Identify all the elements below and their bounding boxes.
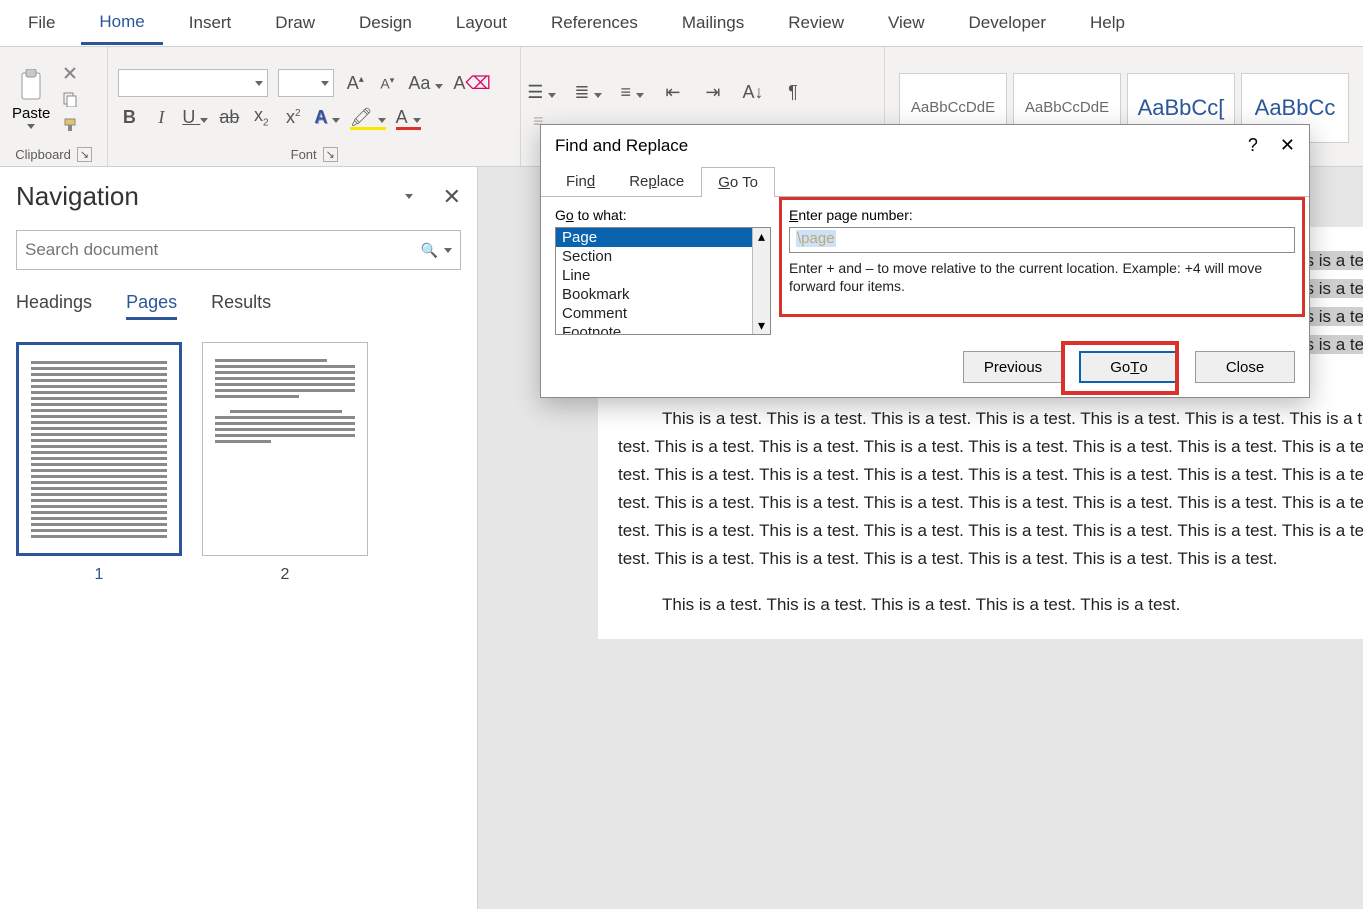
dialog-title: Find and Replace (555, 136, 688, 156)
goto-item-bookmark[interactable]: Bookmark (556, 285, 752, 304)
font-color-button[interactable]: A (396, 107, 421, 128)
clipboard-group-label: Clipboard (15, 147, 71, 162)
dialog-tab-goto[interactable]: Go To (701, 167, 775, 197)
sort-button[interactable]: A↓ (742, 82, 764, 103)
goto-item-footnote[interactable]: Footnote (556, 323, 752, 334)
tab-insert[interactable]: Insert (171, 3, 250, 43)
show-marks-button[interactable]: ¶ (782, 82, 804, 103)
goto-item-page[interactable]: Page (556, 228, 752, 247)
dialog-tabs: Find Replace Go To (541, 166, 1309, 197)
scroll-up-icon[interactable]: ▴ (758, 228, 765, 245)
goto-what-list[interactable]: Page Section Line Bookmark Comment Footn… (555, 227, 771, 335)
underline-button[interactable]: U (182, 107, 208, 128)
numbering-button[interactable]: ≣ (574, 82, 602, 103)
copy-icon[interactable] (62, 91, 78, 107)
previous-button[interactable]: Previous (963, 351, 1063, 383)
font-name-combo[interactable] (118, 69, 268, 97)
nav-tab-pages[interactable]: Pages (126, 292, 177, 320)
dialog-tab-replace[interactable]: Replace (612, 166, 701, 196)
tab-file[interactable]: File (10, 3, 73, 43)
tab-draw[interactable]: Draw (257, 3, 333, 43)
paste-label[interactable]: Paste (12, 105, 50, 122)
thumbnail-label-1: 1 (16, 566, 182, 584)
bold-button[interactable]: B (118, 107, 140, 128)
goto-item-line[interactable]: Line (556, 266, 752, 285)
tab-references[interactable]: References (533, 3, 656, 43)
change-case-button[interactable]: Aa (408, 73, 443, 94)
subscript-button[interactable]: x2 (250, 105, 272, 129)
strikethrough-button[interactable]: ab (218, 107, 240, 128)
bullets-button[interactable]: ☰ (527, 82, 556, 103)
thumbnail-page-1[interactable] (16, 342, 182, 556)
superscript-button[interactable]: x2 (282, 107, 304, 128)
increase-indent-button[interactable]: ⇥ (702, 82, 724, 103)
dialog-titlebar[interactable]: Find and Replace ? ✕ (541, 125, 1309, 166)
goto-list-scrollbar[interactable]: ▴ ▾ (752, 228, 770, 334)
group-clipboard: Paste Clipboard ↘ (0, 47, 108, 166)
clear-formatting-button[interactable]: A⌫ (453, 73, 490, 94)
dialog-tab-find[interactable]: Find (549, 166, 612, 196)
dialog-help-icon[interactable]: ? (1248, 135, 1258, 156)
format-painter-icon[interactable] (62, 117, 78, 133)
multilevel-button[interactable]: ≡ (620, 82, 644, 103)
thumbnail-page-2[interactable] (202, 342, 368, 556)
highlight-button[interactable]: 🖍 (350, 107, 386, 128)
paste-dropdown-icon[interactable] (27, 124, 35, 129)
page-thumbnails: 1 2 (16, 342, 461, 584)
goto-item-section[interactable]: Section (556, 247, 752, 266)
ribbon-tabs: File Home Insert Draw Design Layout Refe… (0, 0, 1363, 47)
tab-layout[interactable]: Layout (438, 3, 525, 43)
enter-page-input[interactable]: \page (789, 227, 1295, 253)
group-font: A▴ A▾ Aa A⌫ B I U ab x2 x2 A 🖍 A (108, 47, 521, 166)
italic-button[interactable]: I (150, 107, 172, 128)
tab-view[interactable]: View (870, 3, 943, 43)
tab-developer[interactable]: Developer (951, 3, 1065, 43)
navigation-pane: Navigation ✕ 🔍 Headings Pages Results 1 (0, 167, 478, 909)
goto-help-text: Enter + and – to move relative to the cu… (789, 259, 1295, 295)
document-paragraph-2: This is a test. This is a test. This is … (618, 409, 1363, 568)
paste-icon[interactable] (16, 69, 46, 103)
font-group-label: Font (291, 147, 317, 162)
goto-button[interactable]: Go To (1079, 351, 1179, 383)
search-dropdown-icon[interactable] (444, 248, 452, 253)
tab-home[interactable]: Home (81, 2, 162, 45)
find-replace-dialog: Find and Replace ? ✕ Find Replace Go To … (540, 124, 1310, 398)
navigation-options-icon[interactable] (405, 194, 413, 199)
decrease-indent-button[interactable]: ⇤ (662, 82, 684, 103)
tab-design[interactable]: Design (341, 3, 430, 43)
nav-tab-headings[interactable]: Headings (16, 292, 92, 320)
search-input[interactable] (25, 240, 421, 260)
thumbnail-label-2: 2 (202, 566, 368, 584)
scroll-down-icon[interactable]: ▾ (758, 317, 765, 334)
cut-icon[interactable] (62, 65, 78, 81)
enter-page-label: Enter page number: (789, 207, 1295, 223)
close-button[interactable]: Close (1195, 351, 1295, 383)
font-size-combo[interactable] (278, 69, 334, 97)
goto-what-label: Go to what: (555, 207, 771, 223)
tab-help[interactable]: Help (1072, 3, 1143, 43)
navigation-search[interactable]: 🔍 (16, 230, 461, 270)
clipboard-launcher-icon[interactable]: ↘ (77, 147, 92, 162)
document-paragraph-3: This is a test. This is a test. This is … (662, 595, 1180, 614)
search-icon[interactable]: 🔍 (421, 242, 438, 259)
nav-tab-results[interactable]: Results (211, 292, 271, 320)
navigation-tabs: Headings Pages Results (16, 292, 461, 320)
font-launcher-icon[interactable]: ↘ (323, 147, 338, 162)
goto-item-comment[interactable]: Comment (556, 304, 752, 323)
navigation-close-icon[interactable]: ✕ (443, 184, 461, 210)
navigation-title: Navigation (16, 181, 139, 212)
text-effects-button[interactable]: A (314, 107, 339, 128)
shrink-font-button[interactable]: A▾ (376, 75, 398, 92)
tab-review[interactable]: Review (770, 3, 862, 43)
grow-font-button[interactable]: A▴ (344, 73, 366, 94)
dialog-close-icon[interactable]: ✕ (1280, 135, 1295, 156)
tab-mailings[interactable]: Mailings (664, 3, 762, 43)
